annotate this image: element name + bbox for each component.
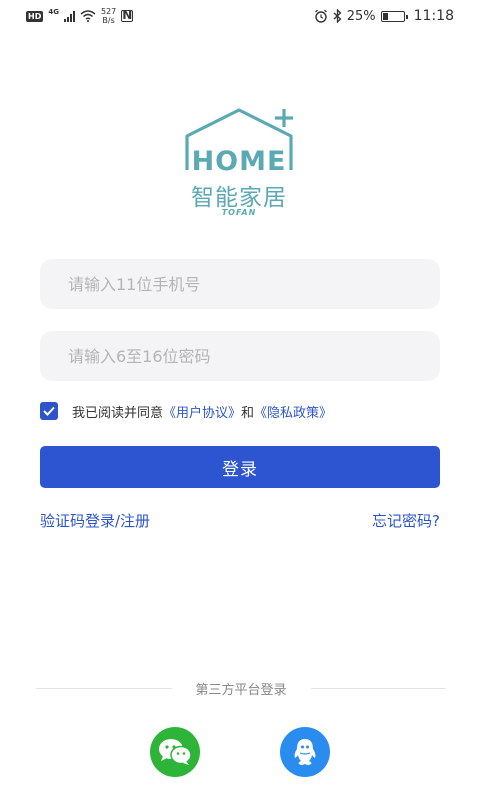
status-bar-left: HD 4G 527 B/s N: [26, 7, 134, 25]
third-party-divider: 第三方平台登录: [36, 678, 447, 698]
speed-value: 527: [100, 7, 117, 16]
network-type: 4G: [48, 8, 59, 16]
divider-right: [310, 687, 447, 689]
user-agreement-link[interactable]: 《用户协议》: [163, 402, 241, 421]
privacy-policy-link[interactable]: 《隐私政策》: [254, 402, 332, 421]
status-bar: HD 4G 527 B/s N 25% 11:18: [0, 0, 480, 32]
speed-unit: B/s: [102, 16, 115, 25]
status-bar-right: 25% 11:18: [314, 8, 454, 24]
login-button[interactable]: 登录: [40, 446, 440, 488]
wifi-icon: [80, 10, 96, 22]
logo-home-text: HOME: [191, 146, 287, 177]
wechat-login-button[interactable]: [150, 727, 200, 777]
divider-left: [36, 687, 172, 689]
signal-icon: [63, 10, 75, 22]
battery-icon: [380, 10, 408, 22]
app-logo: HOME 智能家居 TOFAN: [183, 108, 298, 218]
qq-login-button[interactable]: [280, 727, 330, 777]
logo-brand: TOFAN: [221, 208, 257, 217]
password-input[interactable]: [40, 331, 440, 381]
battery-level: [382, 12, 388, 20]
qq-icon: [294, 739, 316, 765]
agree-text: 我已阅读并同意: [72, 405, 164, 421]
network-speed: 527 B/s: [101, 7, 116, 25]
alarm-icon: [314, 9, 327, 23]
and-text: 和: [241, 405, 255, 421]
logo-chinese-name: 智能家居: [191, 185, 287, 211]
battery-percent: 25%: [346, 8, 376, 24]
third-party-title: 第三方平台登录: [195, 682, 287, 698]
agree-checkbox[interactable]: [40, 402, 58, 420]
bluetooth-icon: [333, 9, 342, 23]
agreement-row: 我已阅读并同意 《用户协议》 和 《隐私政策》: [40, 401, 332, 421]
phone-input[interactable]: [40, 259, 440, 309]
check-icon: [43, 406, 55, 416]
sms-login-link[interactable]: 验证码登录/注册: [40, 510, 150, 531]
clock: 11:18: [413, 8, 454, 24]
nfc-icon: N: [121, 8, 134, 22]
forgot-password-link[interactable]: 忘记密码?: [372, 510, 440, 531]
hd-badge: HD: [26, 10, 44, 22]
wechat-icon: [159, 739, 192, 765]
